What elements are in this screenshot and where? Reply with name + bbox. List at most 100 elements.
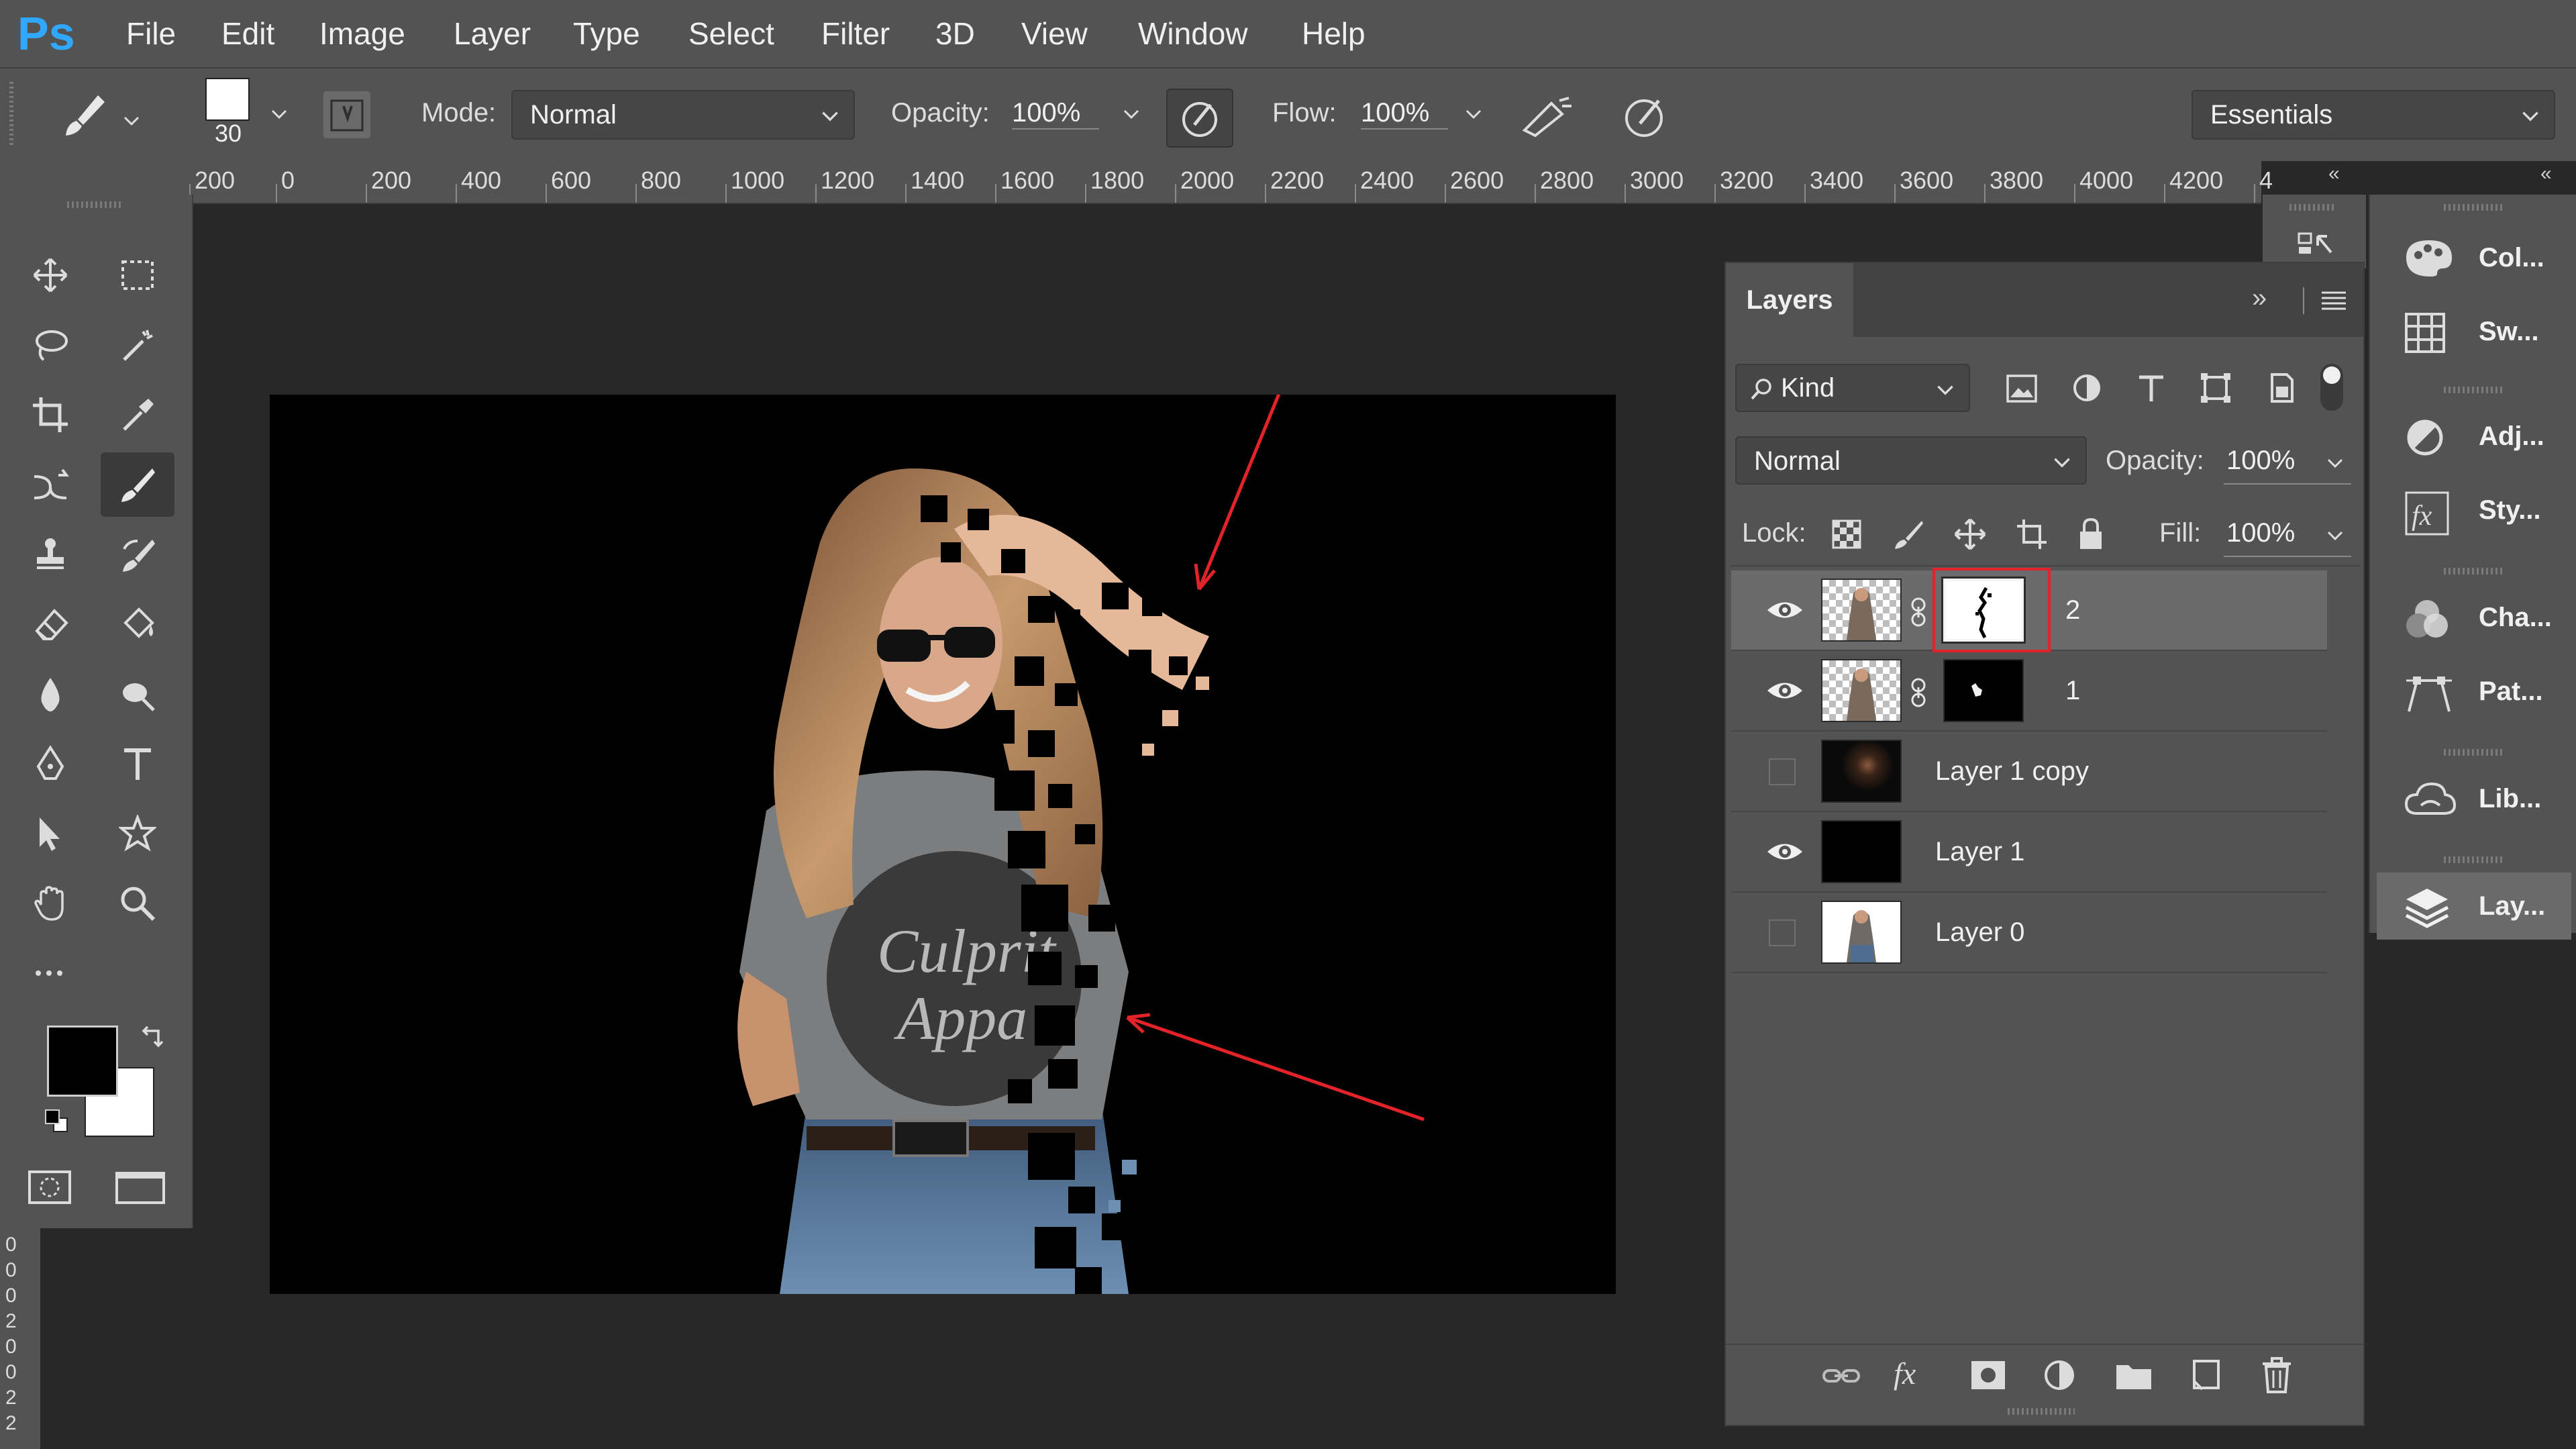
dock-color[interactable]: Col...: [2377, 224, 2571, 291]
brush-tool-icon[interactable]: [101, 452, 174, 517]
folder-icon[interactable]: [2114, 1358, 2154, 1392]
eraser-tool-icon[interactable]: [13, 592, 87, 656]
menu-view[interactable]: View: [1021, 0, 1088, 67]
visibility-toggle-off[interactable]: [1769, 758, 1796, 785]
layer-row[interactable]: Layer 1: [1731, 812, 2327, 893]
type-tool-icon[interactable]: [101, 732, 174, 796]
visibility-eye-icon[interactable]: [1765, 596, 1805, 624]
document-canvas[interactable]: Culprit Appa: [270, 395, 1616, 1294]
workspace-dropdown[interactable]: Essentials: [2192, 90, 2555, 140]
chevron-down-icon[interactable]: [121, 110, 142, 132]
dock-paths[interactable]: Pat...: [2377, 658, 2571, 725]
menu-edit[interactable]: Edit: [221, 0, 274, 67]
hand-tool-icon[interactable]: [13, 871, 87, 936]
layer-row[interactable]: Layer 0: [1731, 893, 2327, 973]
blend-mode-dropdown[interactable]: Normal: [1735, 436, 2087, 485]
visibility-eye-icon[interactable]: [1765, 677, 1805, 705]
quick-mask-icon[interactable]: [27, 1168, 74, 1208]
menu-help[interactable]: Help: [1302, 0, 1366, 67]
layer-row[interactable]: 2: [1731, 568, 2327, 652]
dock-libraries[interactable]: Lib...: [2377, 765, 2571, 832]
stamp-tool-icon[interactable]: [13, 522, 87, 587]
mode-dropdown[interactable]: Normal: [511, 90, 855, 140]
menu-layer[interactable]: Layer: [454, 0, 531, 67]
lasso-tool-icon[interactable]: [13, 313, 87, 377]
dock-layers[interactable]: Lay...: [2377, 872, 2571, 940]
healing-tool-icon[interactable]: [13, 452, 87, 517]
brush-size-swatch[interactable]: [205, 78, 250, 121]
menu-type[interactable]: Type: [573, 0, 640, 67]
chevron-down-icon[interactable]: [1121, 103, 1142, 125]
zoom-tool-icon[interactable]: [101, 871, 174, 936]
panel-menu-icon[interactable]: [2320, 290, 2347, 311]
layer-thumbnail[interactable]: [1821, 901, 1902, 964]
layer-row[interactable]: 1: [1731, 651, 2327, 732]
pressure-size-icon[interactable]: [1617, 89, 1673, 145]
menu-select[interactable]: Select: [688, 0, 774, 67]
dock-channels[interactable]: Cha...: [2377, 584, 2571, 651]
blur-tool-icon[interactable]: [13, 662, 87, 726]
menu-image[interactable]: Image: [319, 0, 405, 67]
layer-name[interactable]: 1: [2065, 651, 2080, 730]
fill-input[interactable]: 100%: [2224, 510, 2351, 557]
layer-opacity-input[interactable]: 100%: [2224, 438, 2351, 485]
menu-file[interactable]: File: [126, 0, 176, 67]
dock-styles[interactable]: fx Sty...: [2377, 477, 2571, 544]
move-tool-icon[interactable]: [13, 243, 87, 307]
link-layers-icon[interactable]: [1820, 1357, 1863, 1395]
layer-thumbnail[interactable]: [1821, 820, 1902, 883]
chevron-down-icon[interactable]: [268, 103, 290, 125]
pen-tool-icon[interactable]: [13, 732, 87, 796]
lock-transparent-icon[interactable]: [1831, 518, 1863, 550]
dodge-tool-icon[interactable]: [101, 662, 174, 726]
mask-link-icon[interactable]: [1908, 678, 1928, 707]
tab-layers[interactable]: Layers: [1726, 263, 1853, 337]
paint-bucket-tool-icon[interactable]: [101, 592, 174, 656]
collapse-dock-icon[interactable]: «: [2540, 162, 2552, 185]
layer-thumbnail[interactable]: [1821, 740, 1902, 803]
filter-kind-dropdown[interactable]: Kind: [1735, 364, 1970, 412]
collapse-panel-icon[interactable]: »: [2252, 283, 2267, 313]
chevron-down-icon[interactable]: [1463, 103, 1484, 125]
opacity-input[interactable]: 100%: [1012, 98, 1099, 130]
menu-filter[interactable]: Filter: [821, 0, 890, 67]
layer-style-icon[interactable]: fx: [1894, 1356, 1916, 1391]
screen-mode-icon[interactable]: [114, 1168, 168, 1208]
magic-wand-tool-icon[interactable]: [101, 313, 174, 377]
menu-3d[interactable]: 3D: [935, 0, 975, 67]
visibility-eye-icon[interactable]: [1765, 838, 1805, 866]
airbrush-icon[interactable]: [1515, 93, 1576, 140]
new-layer-icon[interactable]: [2187, 1357, 2224, 1393]
collapse-panels-icon[interactable]: «: [2328, 162, 2340, 185]
filter-adjustment-icon[interactable]: [2071, 372, 2103, 404]
layer-name[interactable]: Layer 0: [1935, 893, 2024, 972]
shape-tool-icon[interactable]: [101, 801, 174, 866]
filter-smart-object-icon[interactable]: [2265, 372, 2298, 404]
path-selection-tool-icon[interactable]: [13, 801, 87, 866]
layer-name[interactable]: Layer 1: [1935, 812, 2024, 891]
more-tools-icon[interactable]: [13, 940, 87, 1004]
lock-pixels-icon[interactable]: [1892, 518, 1924, 550]
brush-preset-icon[interactable]: [58, 89, 111, 142]
foreground-color-swatch[interactable]: [47, 1026, 118, 1097]
filter-type-icon[interactable]: [2135, 372, 2167, 404]
trash-icon[interactable]: [2260, 1356, 2294, 1395]
brush-panel-toggle-icon[interactable]: [323, 91, 370, 138]
layer-name[interactable]: Layer 1 copy: [1935, 732, 2089, 811]
default-colors-icon[interactable]: [43, 1107, 70, 1134]
layer-thumbnail[interactable]: [1821, 579, 1902, 642]
adjustment-layer-icon[interactable]: [2041, 1357, 2077, 1393]
crop-tool-icon[interactable]: [13, 383, 87, 447]
layer-name[interactable]: 2: [2065, 570, 2080, 650]
layer-thumbnail[interactable]: [1821, 659, 1902, 722]
lock-position-icon[interactable]: [1954, 518, 1986, 550]
swap-colors-icon[interactable]: [138, 1024, 165, 1051]
marquee-tool-icon[interactable]: [101, 243, 174, 307]
pressure-opacity-icon[interactable]: [1166, 89, 1233, 148]
filter-shape-icon[interactable]: [2200, 372, 2232, 404]
arrange-panel-icon[interactable]: [2295, 230, 2335, 259]
layer-mask-thumbnail[interactable]: [1943, 659, 2024, 722]
filter-pixel-icon[interactable]: [2005, 373, 2039, 404]
lock-all-icon[interactable]: [2075, 517, 2107, 552]
add-mask-icon[interactable]: [1969, 1358, 2008, 1392]
